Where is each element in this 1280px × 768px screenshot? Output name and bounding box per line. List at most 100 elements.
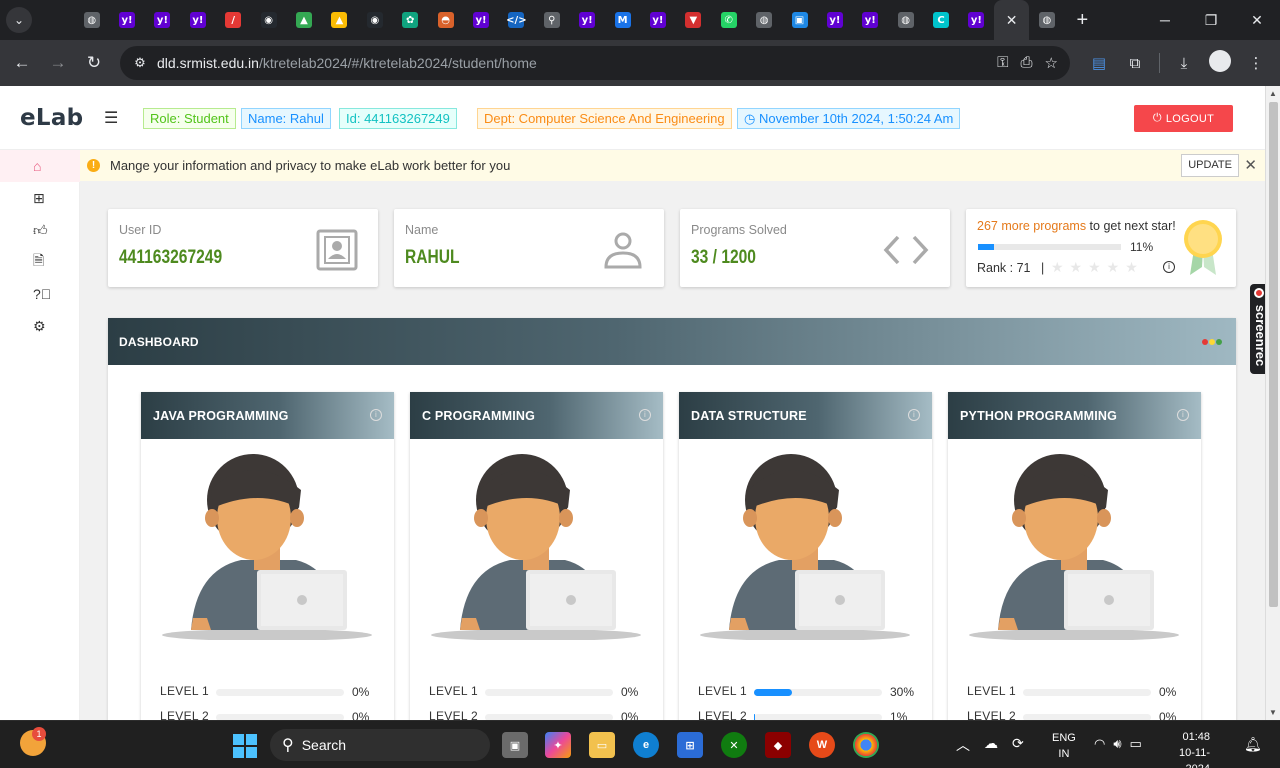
- extensions-icon[interactable]: ⧉: [1117, 55, 1153, 72]
- logout-label: LOGOUT: [1165, 112, 1215, 125]
- course-card[interactable]: C PROGRAMMING i LEVEL 1 0% LEVEL 2 0%: [410, 392, 663, 720]
- taskbar-search[interactable]: ⚲ Search: [270, 729, 490, 761]
- profile-avatar[interactable]: [1202, 50, 1238, 76]
- xbox-icon[interactable]: ✕: [721, 732, 747, 758]
- logout-button[interactable]: ⏻ LOGOUT: [1134, 105, 1233, 132]
- info-icon[interactable]: i: [908, 409, 920, 421]
- copilot-icon[interactable]: ✦: [545, 732, 571, 758]
- browser-tab[interactable]: y!: [463, 0, 498, 40]
- course-header: DATA STRUCTURE i: [679, 392, 932, 439]
- widget-notification-badge: 1: [32, 727, 46, 741]
- vertical-scrollbar[interactable]: ▲ ▼: [1265, 86, 1280, 720]
- sidebar-item-add[interactable]: ⊞: [0, 182, 80, 214]
- screenrec-widget[interactable]: screenrec: [1250, 284, 1265, 374]
- downloads-icon[interactable]: ⤓: [1166, 55, 1202, 72]
- browser-tab[interactable]: ◓: [428, 0, 463, 40]
- browser-tab[interactable]: y!: [959, 0, 994, 40]
- sidebar-item-home[interactable]: ⌂: [0, 150, 80, 182]
- key-icon[interactable]: ⚿: [997, 54, 1008, 72]
- browser-tab[interactable]: ✆: [711, 0, 746, 40]
- browser-tab[interactable]: ◍: [74, 0, 109, 40]
- windows-start-icon[interactable]: [233, 734, 257, 758]
- file-explorer-icon[interactable]: ▭: [589, 732, 615, 758]
- browser-tab[interactable]: ▲: [286, 0, 321, 40]
- close-tab-icon[interactable]: ✕: [1006, 12, 1018, 29]
- close-window-icon[interactable]: ✕: [1234, 0, 1280, 40]
- dashboard-panel: DASHBOARD JAVA PROGRAMMING i LEVEL 1 0% LEVE…: [108, 318, 1236, 720]
- browser-tab[interactable]: y!: [853, 0, 888, 40]
- browser-tab[interactable]: ◍: [1029, 0, 1064, 40]
- browser-tab[interactable]: /: [216, 0, 251, 40]
- browser-tab[interactable]: ◍: [746, 0, 781, 40]
- tray-overflow-icon[interactable]: ︿: [956, 735, 970, 755]
- menu-toggle-icon[interactable]: ☰: [104, 108, 118, 128]
- browser-tab[interactable]: ◉: [357, 0, 392, 40]
- network-volume-battery[interactable]: ◠ 🔊︎ ▭: [1094, 736, 1142, 752]
- scroll-up-icon[interactable]: ▲: [1269, 89, 1277, 98]
- browser-tab[interactable]: y!: [817, 0, 852, 40]
- tab-search-button[interactable]: ⌄: [6, 7, 32, 33]
- browser-tab[interactable]: C: [923, 0, 958, 40]
- menu-icon[interactable]: ⋮: [1238, 54, 1274, 72]
- sidebar-item-settings[interactable]: ⚙: [0, 310, 80, 342]
- browser-tab[interactable]: ⚲: [534, 0, 569, 40]
- install-icon[interactable]: ⎙: [1021, 54, 1033, 72]
- task-view-icon[interactable]: ▣: [502, 732, 528, 758]
- sidebar-item-help[interactable]: ?⃝: [0, 278, 80, 310]
- course-card[interactable]: JAVA PROGRAMMING i LEVEL 1 0% LEVEL 2 0%: [141, 392, 394, 720]
- reload-icon[interactable]: ↻: [76, 53, 112, 73]
- browser-tab[interactable]: ▲: [322, 0, 357, 40]
- site-info-icon[interactable]: ⚙: [128, 55, 152, 71]
- notification-bell-icon[interactable]: 🔔︎: [1244, 736, 1262, 753]
- wps-office-icon[interactable]: W: [809, 732, 835, 758]
- browser-tab[interactable]: y!: [109, 0, 144, 40]
- update-button[interactable]: UPDATE: [1181, 154, 1239, 177]
- browser-tab[interactable]: ▼: [676, 0, 711, 40]
- minimize-icon[interactable]: ─: [1142, 0, 1188, 40]
- sync-icon[interactable]: ⟳: [1012, 735, 1024, 755]
- browser-tab[interactable]: y!: [180, 0, 215, 40]
- course-card[interactable]: DATA STRUCTURE i LEVEL 1 30% LEVEL 2 1%: [679, 392, 932, 720]
- tab-list: ◍ y! y! y! / ◉ ▲ ▲ ◉ ✿ ◓ y! </> ⚲ y! My! ▼ ✆ ◍ ▣ y! y! ◍ Cy! ✕ ◍: [74, 0, 1065, 40]
- close-icon[interactable]: ✕: [1244, 156, 1257, 174]
- extension-docs-icon[interactable]: ▤: [1081, 54, 1117, 72]
- edge-icon[interactable]: e: [633, 732, 659, 758]
- active-tab[interactable]: ✕: [994, 0, 1030, 40]
- browser-tab[interactable]: ▣: [782, 0, 817, 40]
- browser-tab[interactable]: y!: [569, 0, 604, 40]
- browser-tab[interactable]: ◉: [251, 0, 286, 40]
- new-tab-button[interactable]: +: [1077, 9, 1089, 32]
- bookmark-star-icon[interactable]: ☆: [1045, 54, 1058, 72]
- browser-tab[interactable]: M: [605, 0, 640, 40]
- scrollbar-thumb[interactable]: [1269, 102, 1278, 607]
- chrome-icon[interactable]: [853, 732, 879, 758]
- drive-icon: ▲: [296, 12, 313, 28]
- restore-icon[interactable]: ❐: [1188, 0, 1234, 40]
- game-app-icon[interactable]: ◆: [765, 732, 791, 758]
- info-icon[interactable]: i: [1163, 261, 1175, 273]
- sidebar: ⌂ ⊞ 👍︎ 🗎 ?⃝ ⚙: [0, 150, 80, 720]
- course-card[interactable]: PYTHON PROGRAMMING i LEVEL 1 0% LEVEL 2 0%: [948, 392, 1201, 720]
- browser-tab[interactable]: ◍: [888, 0, 923, 40]
- taskbar-clock[interactable]: 01:48 10-11-2024: [1172, 729, 1210, 768]
- app-header: eLab ☰ Role: Student Name: Rahul Id: 441…: [0, 86, 1265, 150]
- forward-icon[interactable]: →: [40, 53, 76, 73]
- info-icon[interactable]: i: [370, 409, 382, 421]
- browser-tab[interactable]: y!: [640, 0, 675, 40]
- info-icon[interactable]: i: [1177, 409, 1189, 421]
- browser-tab[interactable]: </>: [499, 0, 534, 40]
- sidebar-item-pdf[interactable]: 🗎: [0, 246, 80, 278]
- elab-logo[interactable]: eLab: [20, 105, 83, 131]
- address-bar[interactable]: ⚙ dld.srmist.edu.in/ktretelab2024/#/ktre…: [120, 46, 1070, 80]
- language-indicator[interactable]: ENG IN: [1052, 730, 1076, 762]
- more-count: 267 more programs: [977, 219, 1087, 233]
- onedrive-icon[interactable]: ☁: [984, 735, 998, 755]
- browser-tab[interactable]: y!: [145, 0, 180, 40]
- yahoo-icon: y!: [119, 12, 136, 28]
- sidebar-item-like[interactable]: 👍︎: [0, 214, 80, 246]
- info-icon[interactable]: i: [639, 409, 651, 421]
- microsoft-store-icon[interactable]: ⊞: [677, 732, 703, 758]
- scroll-down-icon[interactable]: ▼: [1269, 708, 1277, 717]
- browser-tab[interactable]: ✿: [393, 0, 428, 40]
- back-icon[interactable]: ←: [4, 53, 40, 73]
